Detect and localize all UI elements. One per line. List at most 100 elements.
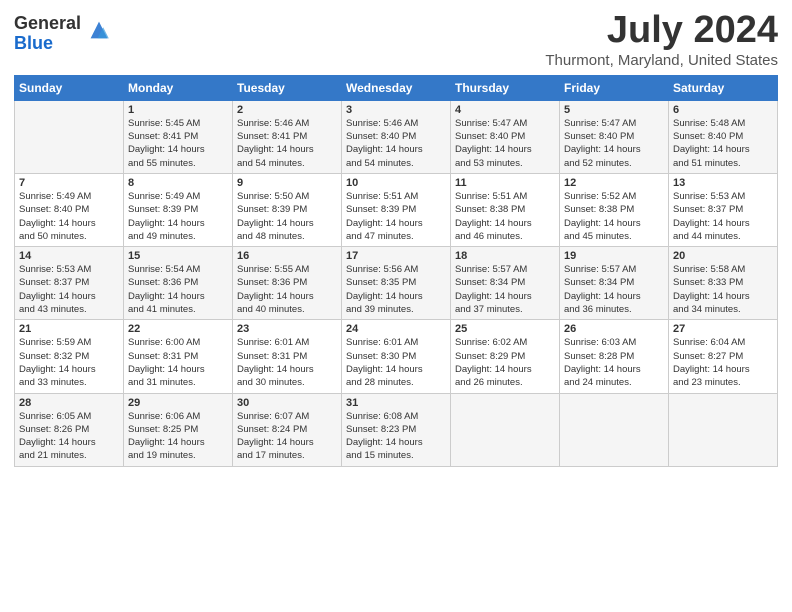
day-info: Sunrise: 5:47 AM Sunset: 8:40 PM Dayligh… bbox=[455, 117, 555, 170]
day-number: 30 bbox=[237, 397, 337, 409]
day-number: 4 bbox=[455, 104, 555, 116]
calendar-cell: 14Sunrise: 5:53 AM Sunset: 8:37 PM Dayli… bbox=[15, 247, 124, 320]
day-info: Sunrise: 6:05 AM Sunset: 8:26 PM Dayligh… bbox=[19, 410, 119, 463]
col-tuesday: Tuesday bbox=[233, 75, 342, 100]
calendar-cell: 4Sunrise: 5:47 AM Sunset: 8:40 PM Daylig… bbox=[451, 100, 560, 173]
calendar-cell: 28Sunrise: 6:05 AM Sunset: 8:26 PM Dayli… bbox=[15, 393, 124, 466]
header-row: Sunday Monday Tuesday Wednesday Thursday… bbox=[15, 75, 778, 100]
calendar-week-4: 21Sunrise: 5:59 AM Sunset: 8:32 PM Dayli… bbox=[15, 320, 778, 393]
calendar-cell bbox=[451, 393, 560, 466]
calendar-cell: 26Sunrise: 6:03 AM Sunset: 8:28 PM Dayli… bbox=[560, 320, 669, 393]
day-info: Sunrise: 6:02 AM Sunset: 8:29 PM Dayligh… bbox=[455, 336, 555, 389]
day-number: 26 bbox=[564, 323, 664, 335]
day-info: Sunrise: 6:04 AM Sunset: 8:27 PM Dayligh… bbox=[673, 336, 773, 389]
day-info: Sunrise: 6:03 AM Sunset: 8:28 PM Dayligh… bbox=[564, 336, 664, 389]
calendar-cell: 10Sunrise: 5:51 AM Sunset: 8:39 PM Dayli… bbox=[342, 173, 451, 246]
calendar-week-2: 7Sunrise: 5:49 AM Sunset: 8:40 PM Daylig… bbox=[15, 173, 778, 246]
title-area: July 2024 Thurmont, Maryland, United Sta… bbox=[545, 10, 778, 69]
day-number: 23 bbox=[237, 323, 337, 335]
logo-blue: Blue bbox=[14, 34, 81, 54]
calendar-cell: 21Sunrise: 5:59 AM Sunset: 8:32 PM Dayli… bbox=[15, 320, 124, 393]
day-number: 12 bbox=[564, 177, 664, 189]
col-thursday: Thursday bbox=[451, 75, 560, 100]
calendar-cell: 17Sunrise: 5:56 AM Sunset: 8:35 PM Dayli… bbox=[342, 247, 451, 320]
day-number: 11 bbox=[455, 177, 555, 189]
day-info: Sunrise: 5:58 AM Sunset: 8:33 PM Dayligh… bbox=[673, 263, 773, 316]
day-info: Sunrise: 5:59 AM Sunset: 8:32 PM Dayligh… bbox=[19, 336, 119, 389]
day-info: Sunrise: 5:56 AM Sunset: 8:35 PM Dayligh… bbox=[346, 263, 446, 316]
calendar-cell bbox=[560, 393, 669, 466]
calendar-cell: 1Sunrise: 5:45 AM Sunset: 8:41 PM Daylig… bbox=[124, 100, 233, 173]
calendar-cell bbox=[669, 393, 778, 466]
day-info: Sunrise: 5:55 AM Sunset: 8:36 PM Dayligh… bbox=[237, 263, 337, 316]
logo: General Blue bbox=[14, 14, 113, 54]
calendar-week-5: 28Sunrise: 6:05 AM Sunset: 8:26 PM Dayli… bbox=[15, 393, 778, 466]
day-info: Sunrise: 5:46 AM Sunset: 8:41 PM Dayligh… bbox=[237, 117, 337, 170]
day-number: 10 bbox=[346, 177, 446, 189]
day-info: Sunrise: 5:57 AM Sunset: 8:34 PM Dayligh… bbox=[564, 263, 664, 316]
day-number: 17 bbox=[346, 250, 446, 262]
day-number: 29 bbox=[128, 397, 228, 409]
day-number: 13 bbox=[673, 177, 773, 189]
calendar-week-1: 1Sunrise: 5:45 AM Sunset: 8:41 PM Daylig… bbox=[15, 100, 778, 173]
day-info: Sunrise: 5:47 AM Sunset: 8:40 PM Dayligh… bbox=[564, 117, 664, 170]
calendar-header: Sunday Monday Tuesday Wednesday Thursday… bbox=[15, 75, 778, 100]
calendar-cell: 31Sunrise: 6:08 AM Sunset: 8:23 PM Dayli… bbox=[342, 393, 451, 466]
calendar-cell: 27Sunrise: 6:04 AM Sunset: 8:27 PM Dayli… bbox=[669, 320, 778, 393]
day-number: 20 bbox=[673, 250, 773, 262]
day-info: Sunrise: 5:48 AM Sunset: 8:40 PM Dayligh… bbox=[673, 117, 773, 170]
day-info: Sunrise: 5:57 AM Sunset: 8:34 PM Dayligh… bbox=[455, 263, 555, 316]
day-number: 28 bbox=[19, 397, 119, 409]
day-number: 24 bbox=[346, 323, 446, 335]
day-number: 7 bbox=[19, 177, 119, 189]
logo-text: General Blue bbox=[14, 14, 81, 54]
day-number: 21 bbox=[19, 323, 119, 335]
calendar-cell: 2Sunrise: 5:46 AM Sunset: 8:41 PM Daylig… bbox=[233, 100, 342, 173]
day-number: 14 bbox=[19, 250, 119, 262]
day-number: 31 bbox=[346, 397, 446, 409]
col-monday: Monday bbox=[124, 75, 233, 100]
col-sunday: Sunday bbox=[15, 75, 124, 100]
day-info: Sunrise: 6:01 AM Sunset: 8:30 PM Dayligh… bbox=[346, 336, 446, 389]
col-saturday: Saturday bbox=[669, 75, 778, 100]
calendar-cell: 13Sunrise: 5:53 AM Sunset: 8:37 PM Dayli… bbox=[669, 173, 778, 246]
day-info: Sunrise: 6:01 AM Sunset: 8:31 PM Dayligh… bbox=[237, 336, 337, 389]
day-info: Sunrise: 5:52 AM Sunset: 8:38 PM Dayligh… bbox=[564, 190, 664, 243]
day-number: 16 bbox=[237, 250, 337, 262]
col-wednesday: Wednesday bbox=[342, 75, 451, 100]
calendar-cell: 20Sunrise: 5:58 AM Sunset: 8:33 PM Dayli… bbox=[669, 247, 778, 320]
day-info: Sunrise: 5:51 AM Sunset: 8:38 PM Dayligh… bbox=[455, 190, 555, 243]
day-number: 5 bbox=[564, 104, 664, 116]
calendar-cell: 24Sunrise: 6:01 AM Sunset: 8:30 PM Dayli… bbox=[342, 320, 451, 393]
col-friday: Friday bbox=[560, 75, 669, 100]
calendar-cell: 12Sunrise: 5:52 AM Sunset: 8:38 PM Dayli… bbox=[560, 173, 669, 246]
calendar-week-3: 14Sunrise: 5:53 AM Sunset: 8:37 PM Dayli… bbox=[15, 247, 778, 320]
calendar-cell bbox=[15, 100, 124, 173]
day-info: Sunrise: 5:45 AM Sunset: 8:41 PM Dayligh… bbox=[128, 117, 228, 170]
day-number: 2 bbox=[237, 104, 337, 116]
day-info: Sunrise: 5:53 AM Sunset: 8:37 PM Dayligh… bbox=[19, 263, 119, 316]
day-number: 15 bbox=[128, 250, 228, 262]
month-title: July 2024 bbox=[545, 10, 778, 52]
calendar-cell: 30Sunrise: 6:07 AM Sunset: 8:24 PM Dayli… bbox=[233, 393, 342, 466]
calendar-cell: 22Sunrise: 6:00 AM Sunset: 8:31 PM Dayli… bbox=[124, 320, 233, 393]
location-title: Thurmont, Maryland, United States bbox=[545, 52, 778, 69]
day-info: Sunrise: 5:50 AM Sunset: 8:39 PM Dayligh… bbox=[237, 190, 337, 243]
calendar-cell: 29Sunrise: 6:06 AM Sunset: 8:25 PM Dayli… bbox=[124, 393, 233, 466]
calendar-cell: 5Sunrise: 5:47 AM Sunset: 8:40 PM Daylig… bbox=[560, 100, 669, 173]
day-info: Sunrise: 5:49 AM Sunset: 8:39 PM Dayligh… bbox=[128, 190, 228, 243]
day-info: Sunrise: 6:00 AM Sunset: 8:31 PM Dayligh… bbox=[128, 336, 228, 389]
day-info: Sunrise: 5:51 AM Sunset: 8:39 PM Dayligh… bbox=[346, 190, 446, 243]
day-number: 18 bbox=[455, 250, 555, 262]
day-number: 1 bbox=[128, 104, 228, 116]
calendar-cell: 6Sunrise: 5:48 AM Sunset: 8:40 PM Daylig… bbox=[669, 100, 778, 173]
day-number: 3 bbox=[346, 104, 446, 116]
calendar-cell: 15Sunrise: 5:54 AM Sunset: 8:36 PM Dayli… bbox=[124, 247, 233, 320]
logo-icon bbox=[85, 16, 113, 44]
calendar-cell: 19Sunrise: 5:57 AM Sunset: 8:34 PM Dayli… bbox=[560, 247, 669, 320]
day-info: Sunrise: 5:54 AM Sunset: 8:36 PM Dayligh… bbox=[128, 263, 228, 316]
calendar-table: Sunday Monday Tuesday Wednesday Thursday… bbox=[14, 75, 778, 467]
day-number: 27 bbox=[673, 323, 773, 335]
day-number: 8 bbox=[128, 177, 228, 189]
calendar-cell: 7Sunrise: 5:49 AM Sunset: 8:40 PM Daylig… bbox=[15, 173, 124, 246]
